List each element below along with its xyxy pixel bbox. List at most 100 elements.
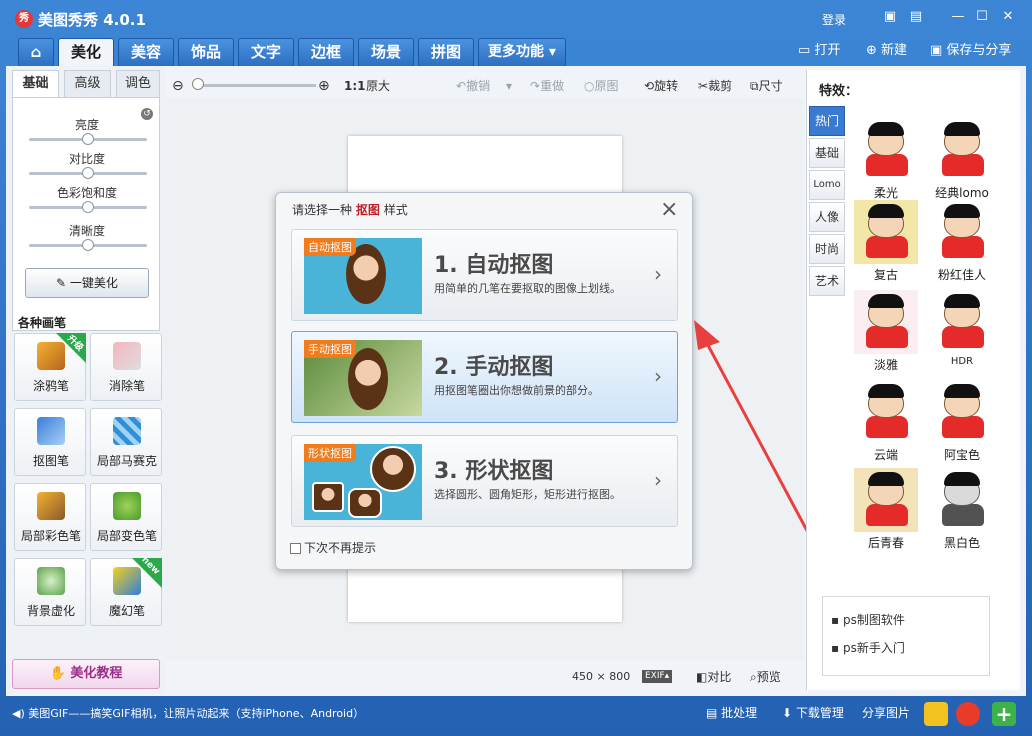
category-portrait[interactable]: 人像 (809, 202, 845, 232)
star-icon[interactable] (924, 702, 948, 726)
tool-color-brush[interactable]: 局部彩色笔 (14, 483, 86, 551)
effect-elegant[interactable]: 淡雅 (853, 290, 919, 373)
tab-scene[interactable]: 场景 (358, 38, 414, 66)
sharpness-slider[interactable] (29, 239, 147, 251)
news-ticker[interactable]: ◀) 美图GIF——搞笑GIF相机，让照片动起来（支持iPhone、Androi… (12, 705, 364, 721)
tool-magic-brush[interactable]: new 魔幻笔 (90, 555, 162, 626)
effect-black-white[interactable]: 黑白色 (929, 468, 995, 551)
tab-retouch[interactable]: 美容 (118, 38, 174, 66)
portrait-figure (348, 348, 388, 410)
crop-button[interactable]: ✂裁剪 (698, 77, 732, 95)
effect-classic-lomo[interactable]: 经典lomo (929, 118, 995, 201)
subtab-basic[interactable]: 基础 (12, 70, 59, 98)
ad-link[interactable]: ▪ ps制图软件 (831, 611, 905, 628)
effect-hdr[interactable]: HDR (929, 290, 995, 367)
tab-more[interactable]: 更多功能 ▾ (478, 38, 566, 66)
undo-icon: ↶ (456, 79, 467, 93)
slider-knob[interactable] (82, 133, 94, 145)
batch-button[interactable]: ▤ 批处理 (706, 704, 757, 721)
category-lomo[interactable]: Lomo (809, 170, 845, 200)
save-share-button[interactable]: ▣ 保存与分享 (930, 42, 1011, 60)
minimize-icon[interactable]: — (950, 10, 966, 24)
slider-knob[interactable] (82, 239, 94, 251)
tutorial-button[interactable]: ✋ 美化教程 (12, 659, 160, 689)
batch-icon: ▤ (706, 706, 722, 720)
auto-beautify-button[interactable]: ✎ 一键美化 (25, 268, 149, 298)
slider-knob[interactable] (82, 201, 94, 213)
effect-cloud[interactable]: 云端 (853, 380, 919, 463)
option-title: 2. 手动抠图 (434, 355, 554, 380)
speaker-icon: ◀) (12, 707, 29, 720)
effect-pink-lady[interactable]: 粉红佳人 (929, 200, 995, 283)
tab-frame[interactable]: 边框 (298, 38, 354, 66)
menu-icon[interactable]: ▤ (908, 10, 924, 24)
zoom-out-icon[interactable]: ⊖ (172, 77, 184, 95)
dialog-title-prefix: 请选择一种 (292, 203, 353, 217)
category-basic[interactable]: 基础 (809, 138, 845, 168)
option-desc: 选择圆形、圆角矩形，矩形进行抠图。 (434, 488, 621, 501)
tool-eraser[interactable]: 消除笔 (90, 333, 162, 401)
undo-button[interactable]: ↶撤销 (456, 77, 490, 95)
option-auto-cutout[interactable]: 自动抠图 1. 自动抠图 用简单的几笔在要抠取的图像上划线。 › (291, 229, 678, 321)
effect-retro[interactable]: 复古 (853, 200, 919, 283)
brightness-slider[interactable] (29, 133, 147, 145)
tool-recolor[interactable]: 局部变色笔 (90, 483, 162, 551)
compare-button[interactable]: ◧对比 (696, 668, 731, 686)
share-images-button[interactable]: 分享图片 (862, 704, 910, 721)
tab-accessories[interactable]: 饰品 (178, 38, 234, 66)
undo-dropdown-icon[interactable]: ▾ (506, 77, 512, 95)
slider-knob[interactable] (82, 167, 94, 179)
option-manual-cutout[interactable]: 手动抠图 2. 手动抠图 用抠图笔圈出你想做前景的部分。 › (291, 331, 678, 423)
rotate-label: 旋转 (654, 79, 679, 93)
zoom-ratio[interactable]: 1:1 (344, 77, 366, 95)
option-shape-cutout[interactable]: 形状抠图 3. 形状抠图 选择圆形、圆角矩形，矩形进行抠图。 › (291, 435, 678, 527)
category-hot[interactable]: 热门 (809, 106, 845, 136)
mosaic-icon (113, 417, 141, 445)
tab-text[interactable]: 文字 (238, 38, 294, 66)
effect-abao[interactable]: 阿宝色 (929, 380, 995, 463)
size-button[interactable]: ⧉尺寸 (750, 77, 783, 95)
dialog-close-icon[interactable]: × (660, 197, 678, 222)
dialog-title-key: 抠图 (355, 203, 380, 217)
checkbox-box[interactable] (290, 543, 301, 554)
original-size-button[interactable]: 原大 (366, 77, 390, 95)
rotate-button[interactable]: ⟲旋转 (644, 77, 678, 95)
subtab-color[interactable]: 调色 (116, 70, 160, 98)
login-link[interactable]: 登录 (822, 11, 846, 28)
effect-youth[interactable]: 后青春 (853, 468, 919, 551)
tool-blur-background[interactable]: 背景虚化 (14, 558, 86, 626)
weibo-icon[interactable] (956, 702, 980, 726)
ad-link-text: ps制图软件 (842, 613, 905, 627)
maximize-icon[interactable]: ☐ (974, 10, 990, 24)
category-fashion[interactable]: 时尚 (809, 234, 845, 264)
app-window: 秀 美图秀秀 4.0.1 登录 ▣ ▤ — ☐ ✕ ⌂ 美化 美容 饰品 文字 … (0, 0, 1032, 736)
tab-collage[interactable]: 拼图 (418, 38, 474, 66)
redo-button[interactable]: ↷重做 (530, 77, 564, 95)
contrast-slider[interactable] (29, 167, 147, 179)
zoom-in-icon[interactable]: ⊕ (318, 77, 330, 95)
redo-icon: ↷ (530, 79, 541, 93)
dont-show-again-checkbox[interactable]: 下次不再提示 (290, 539, 376, 556)
tool-cutout[interactable]: 抠图笔 (14, 408, 86, 476)
subtab-advanced[interactable]: 高级 (64, 70, 111, 98)
open-button[interactable]: ▭ 打开 (798, 42, 840, 60)
original-button[interactable]: ○原图 (584, 77, 619, 95)
category-art[interactable]: 艺术 (809, 266, 845, 296)
red-arrow-annotation (694, 320, 814, 541)
add-icon[interactable]: + (992, 702, 1016, 726)
exif-button[interactable]: EXIF▴ (642, 670, 673, 683)
chat-icon[interactable]: ▣ (882, 10, 898, 24)
close-icon[interactable]: ✕ (1000, 10, 1016, 24)
zoom-slider-knob[interactable] (192, 78, 204, 90)
home-tab[interactable]: ⌂ (18, 38, 54, 66)
new-button[interactable]: ⊕ 新建 (866, 42, 907, 60)
tool-doodle[interactable]: 升级 涂鸦笔 (14, 333, 86, 401)
download-manager-button[interactable]: ⬇ 下载管理 (782, 704, 844, 721)
tool-mosaic[interactable]: 局部马赛克 (90, 408, 162, 476)
tab-beautify[interactable]: 美化 (58, 38, 114, 68)
saturation-slider[interactable] (29, 201, 147, 213)
preview-button[interactable]: ⌕预览 (750, 668, 781, 686)
ad-link[interactable]: ▪ ps新手入门 (831, 639, 905, 656)
zoom-slider[interactable] (196, 84, 316, 87)
effect-soft-light[interactable]: 柔光 (853, 118, 919, 201)
